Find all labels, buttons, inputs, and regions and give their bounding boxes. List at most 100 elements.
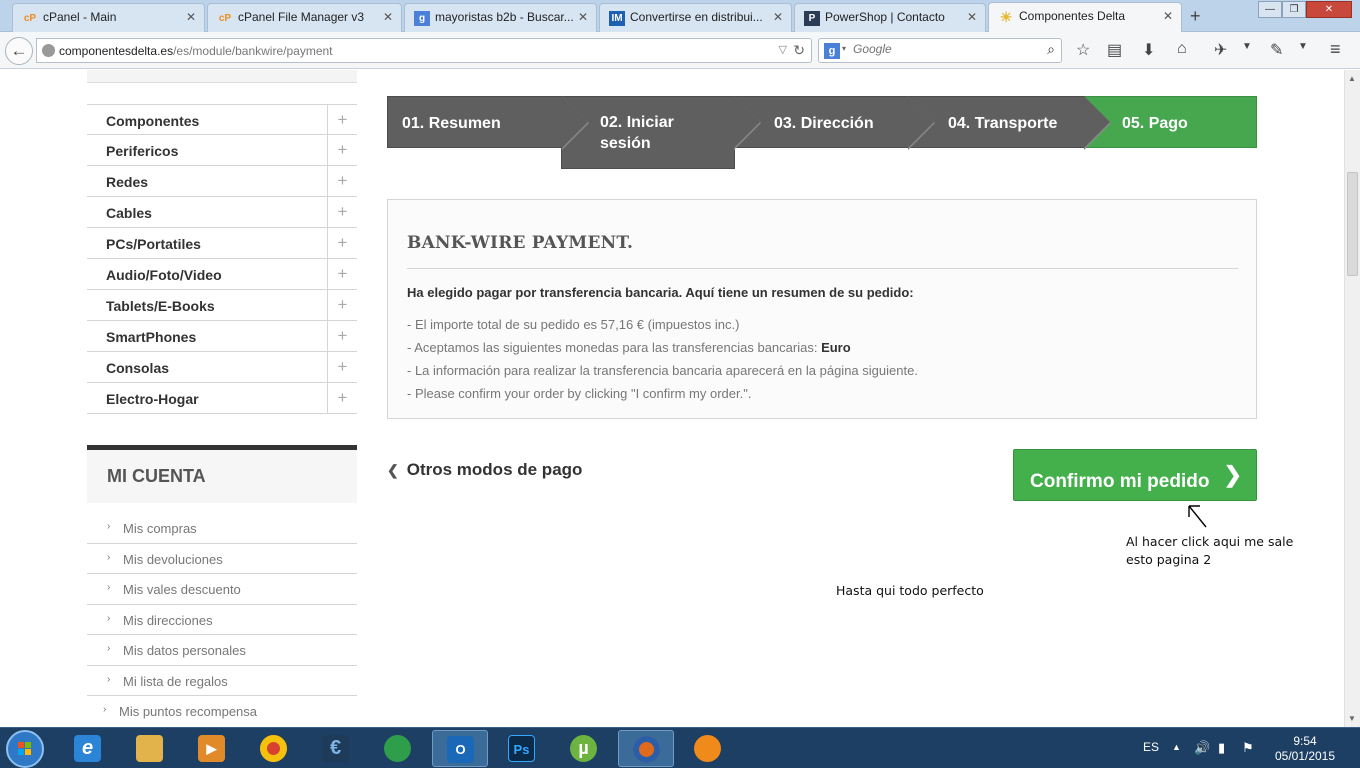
plus-icon[interactable]: + [327,321,357,351]
category-item[interactable]: PCs/Portatiles + [87,228,357,259]
outlook-icon: O [447,736,474,763]
plus-icon[interactable]: + [327,290,357,320]
plus-icon[interactable]: + [327,197,357,227]
category-item[interactable]: Perifericos + [87,135,357,166]
category-item[interactable]: Audio/Foto/Video + [87,259,357,290]
close-icon[interactable]: ✕ [383,10,393,24]
taskbar-messenger[interactable] [680,730,736,767]
category-item[interactable]: Tablets/E-Books + [87,290,357,321]
checkout-steps: 01. Resumen 02. Iniciar sesión 03. Direc… [387,96,1257,196]
back-button[interactable]: ← [5,37,33,65]
tab-componentes-delta[interactable]: ☀ Componentes Delta ✕ [988,2,1182,32]
chevron-right-icon: › [107,612,111,624]
scroll-up-icon[interactable]: ▲ [1348,74,1356,83]
plus-icon[interactable]: + [327,228,357,258]
close-icon[interactable]: ✕ [1163,9,1173,23]
taskbar-explorer[interactable] [122,730,178,767]
account-link[interactable]: › Mis devoluciones [87,544,357,574]
taskbar-utorrent[interactable]: µ [556,730,612,767]
plus-icon[interactable]: + [327,259,357,289]
account-link-label: Mis puntos recompensa [119,704,258,719]
search-input[interactable] [853,42,1033,56]
category-item[interactable]: Componentes + [87,104,357,135]
new-tab-button[interactable]: + [1190,6,1201,27]
plus-icon[interactable]: + [327,352,357,382]
menu-icon[interactable]: ≡ [1330,39,1341,60]
annotation-note: Al hacer click aqui me sale esto pagina … [1126,533,1293,569]
account-link[interactable]: › Mi lista de regalos [87,666,357,696]
close-window-button[interactable]: ✕ [1306,1,1352,18]
payment-total-line: - El importe total de su pedido es 57,16… [407,317,740,332]
minimize-button[interactable]: — [1258,1,1282,18]
account-link-label: Mi lista de regalos [123,673,228,689]
category-item[interactable]: Cables + [87,197,357,228]
home-icon[interactable]: ⌂ [1177,40,1187,58]
im-icon: IM [609,11,625,26]
language-indicator[interactable]: ES [1143,740,1159,754]
step-label: 01. Resumen [402,115,501,132]
tab-distribuidor[interactable]: IM Convertirse en distribui... ✕ [599,3,792,32]
step-direccion[interactable]: 03. Dirección [735,96,935,150]
volume-icon[interactable]: 🔊 [1194,740,1210,756]
search-box[interactable]: g ▾ ⌕ [818,38,1062,63]
bookmarks-list-icon[interactable]: ▤ [1107,40,1122,60]
close-icon[interactable]: ✕ [773,10,783,24]
download-icon[interactable]: ⬇ [1142,40,1155,60]
close-icon[interactable]: ✕ [578,10,588,24]
tray-expand-icon[interactable]: ▲ [1172,742,1181,752]
taskbar-chrome[interactable] [246,730,302,767]
confirm-order-button[interactable]: Confirmo mi pedido ❯ [1013,449,1257,501]
category-item[interactable]: Redes + [87,166,357,197]
plus-icon[interactable]: + [327,166,357,196]
system-clock[interactable]: 9:54 05/01/2015 [1270,734,1340,764]
tab-powershop[interactable]: P PowerShop | Contacto ✕ [794,3,986,32]
tab-file-manager[interactable]: cP cPanel File Manager v3 ✕ [207,3,402,32]
close-icon[interactable]: ✕ [186,10,196,24]
step-resumen[interactable]: 01. Resumen [387,96,589,150]
google-icon[interactable]: g [824,43,840,59]
account-link[interactable]: › Mis direcciones [87,605,357,635]
taskbar-outlook[interactable]: O [432,730,488,767]
taskbar-eclipse[interactable]: € [308,730,364,767]
other-payment-methods-link[interactable]: ❮ Otros modos de pago [387,460,582,480]
bookmark-star-icon[interactable]: ☆ [1076,40,1090,60]
chevron-down-icon[interactable]: ▼ [1298,41,1308,52]
action-center-flag-icon[interactable]: ⚑ [1242,740,1254,756]
tools-icon[interactable]: ✎ [1270,40,1283,60]
category-item[interactable]: Electro-Hogar + [87,383,357,414]
search-icon[interactable]: ⌕ [1047,41,1055,58]
step-transporte[interactable]: 04. Transporte [909,96,1111,150]
taskbar-leaf-app[interactable] [370,730,426,767]
category-item[interactable]: Consolas + [87,352,357,383]
address-bar[interactable]: componentesdelta.es/es/module/bankwire/p… [36,38,812,63]
taskbar-media[interactable]: ▶ [184,730,240,767]
taskbar-ie[interactable]: e [60,730,116,767]
chevron-right-icon: › [107,551,111,563]
close-icon[interactable]: ✕ [967,10,977,24]
scrollbar-thumb[interactable] [1347,172,1358,276]
powershop-icon: P [804,11,820,26]
scroll-down-icon[interactable]: ▼ [1348,714,1356,723]
plus-icon[interactable]: + [327,105,357,135]
network-icon[interactable]: ▮ [1218,740,1225,756]
addon-icon[interactable]: ✈ [1214,40,1227,60]
tab-cpanel-main[interactable]: cP cPanel - Main ✕ [12,3,205,32]
plus-icon[interactable]: + [327,135,357,165]
account-link[interactable]: › Mis datos personales [87,635,357,666]
plus-icon[interactable]: + [327,383,357,413]
restore-button[interactable]: ❐ [1282,1,1306,18]
utorrent-icon: µ [570,735,597,762]
chevron-down-icon[interactable]: ▾ [842,44,846,53]
tab-google-search[interactable]: g mayoristas b2b - Buscar... ✕ [404,3,597,32]
category-item[interactable]: SmartPhones + [87,321,357,352]
vertical-scrollbar[interactable]: ▲ ▼ [1344,70,1360,727]
reload-icon[interactable]: ↻ [793,42,805,59]
account-link[interactable]: › Mis compras [87,513,357,544]
dropdown-icon[interactable]: ▽ [779,43,787,56]
account-link[interactable]: › Mis puntos recompensa [87,696,357,727]
start-button[interactable] [6,730,44,768]
account-link[interactable]: › Mis vales descuento [87,574,357,605]
taskbar-firefox[interactable] [618,730,674,767]
taskbar-photoshop[interactable]: Ps [494,730,550,767]
chevron-down-icon[interactable]: ▼ [1242,41,1252,52]
